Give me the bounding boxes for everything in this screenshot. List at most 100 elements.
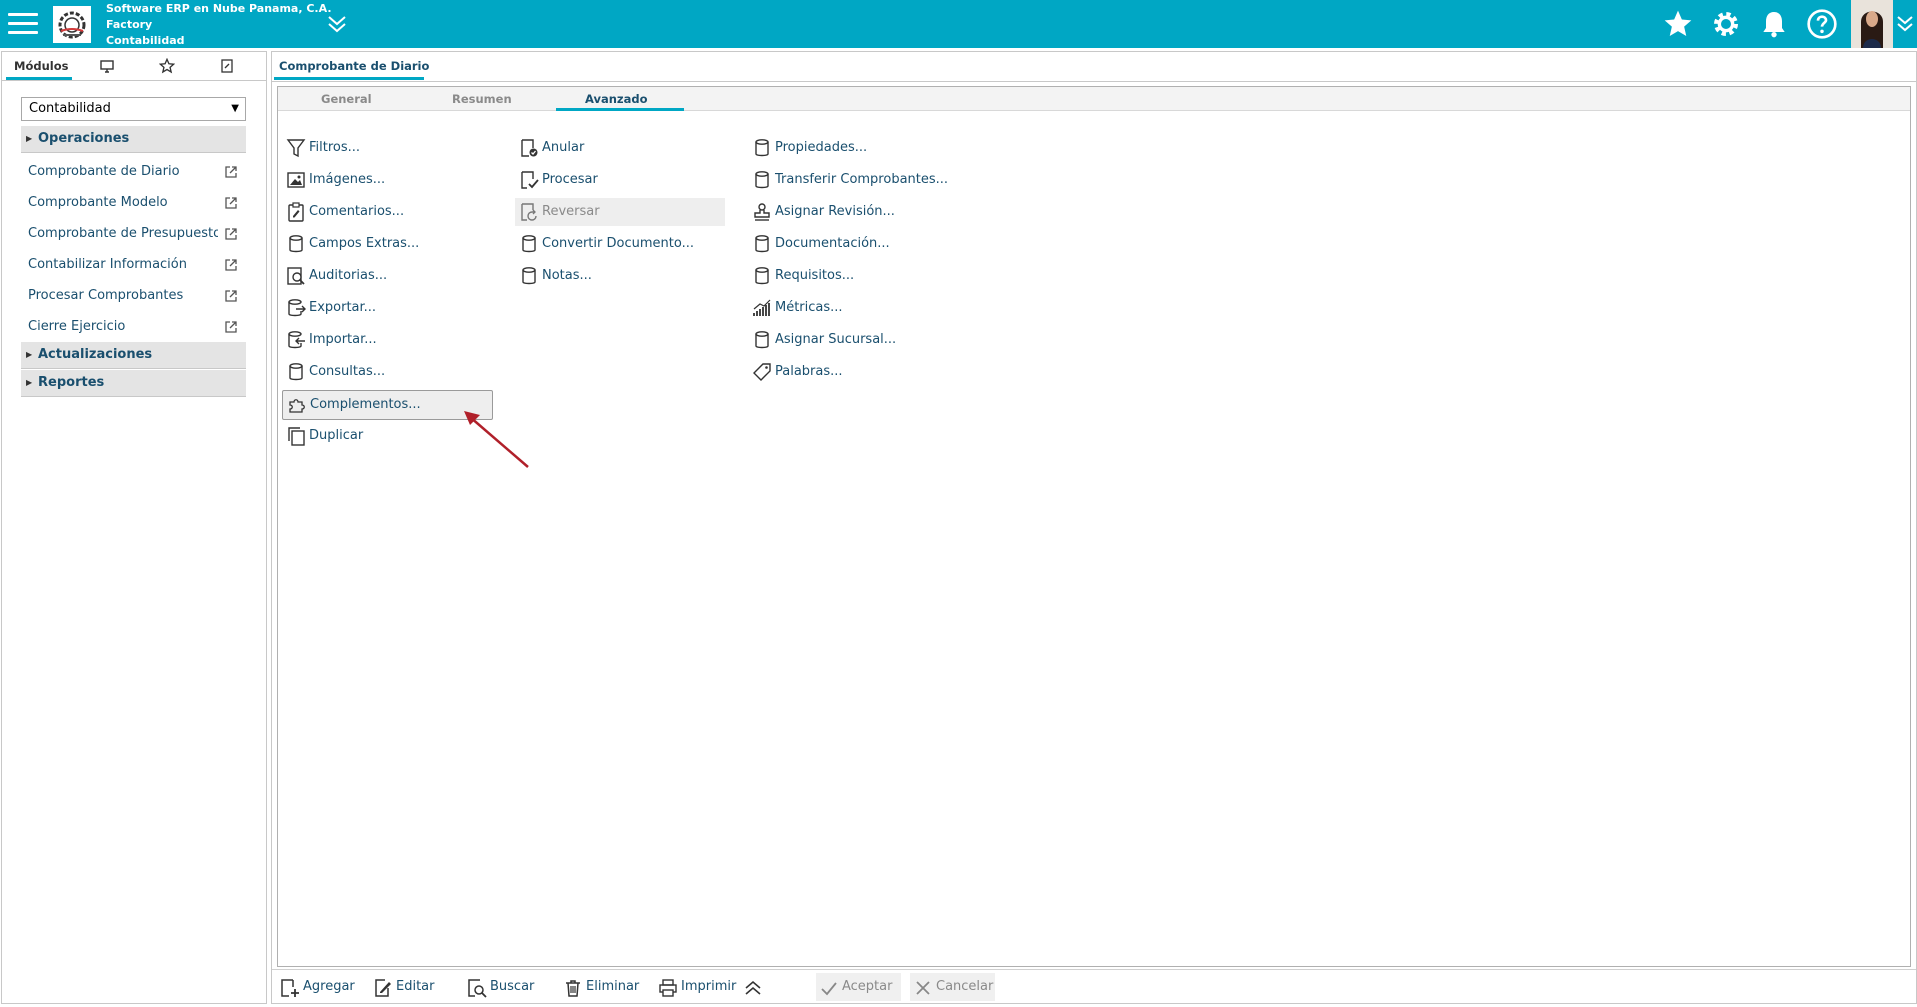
company-logo xyxy=(53,6,91,43)
tab-avanzado[interactable]: Avanzado xyxy=(585,92,648,106)
section-actualizaciones[interactable]: ▶ Actualizaciones xyxy=(21,342,246,369)
asignar-revision-action[interactable]: Asignar Revisión... xyxy=(748,198,988,226)
add-doc-icon xyxy=(281,979,299,997)
database-icon xyxy=(289,363,303,381)
action-label: Asignar Revisión... xyxy=(775,204,895,219)
active-tab-indicator xyxy=(6,77,72,80)
nav-item-contabilizar-informacion[interactable]: Contabilizar Información xyxy=(21,250,246,280)
database-icon xyxy=(755,331,769,349)
avatar[interactable] xyxy=(1851,0,1893,48)
external-link-icon[interactable] xyxy=(224,165,238,179)
nav-item-label: Comprobante de Diario xyxy=(28,164,180,179)
action-label: Documentación... xyxy=(775,236,890,251)
menu-icon[interactable] xyxy=(8,11,38,37)
database-icon xyxy=(755,171,769,189)
campos-extras-action[interactable]: Campos Extras... xyxy=(282,230,492,258)
action-label: Requisitos... xyxy=(775,268,855,283)
accept-button[interactable]: Aceptar xyxy=(816,973,901,1001)
external-link-icon[interactable] xyxy=(224,227,238,241)
printer-icon xyxy=(659,979,677,997)
close-icon xyxy=(916,981,930,995)
print-button[interactable]: Imprimir xyxy=(655,973,737,1001)
nav-item-comprobante-presupuesto[interactable]: Comprobante de Presupuesto xyxy=(21,219,246,249)
database-icon xyxy=(755,267,769,285)
check-icon xyxy=(821,982,837,996)
annotation-arrow xyxy=(464,411,529,468)
button-label: Buscar xyxy=(490,979,535,994)
module-select[interactable]: Contabilidad ▼ xyxy=(21,97,246,121)
anular-action[interactable]: Anular xyxy=(515,134,725,162)
documentacion-action[interactable]: Documentación... xyxy=(748,230,988,258)
nav-item-comprobante-modelo[interactable]: Comprobante Modelo xyxy=(21,188,246,218)
nav-item-label: Contabilizar Información xyxy=(28,257,187,272)
propiedades-action[interactable]: Propiedades... xyxy=(748,134,988,162)
external-link-icon[interactable] xyxy=(224,320,238,334)
tab-comprobante-diario[interactable]: Comprobante de Diario xyxy=(279,59,429,73)
action-label: Complementos... xyxy=(310,397,421,412)
trash-icon xyxy=(566,980,580,997)
company-name: Software ERP en Nube Panama, C.A. xyxy=(106,2,332,15)
filtros-action[interactable]: Filtros... xyxy=(282,134,492,162)
external-link-icon[interactable] xyxy=(224,196,238,210)
chevron-down-icon[interactable] xyxy=(1895,14,1915,34)
external-link-icon[interactable] xyxy=(224,258,238,272)
modules-panel: Módulos Contabilidad ▼ ▶ Operaciones Com… xyxy=(1,51,267,1004)
transferir-comprobantes-action[interactable]: Transferir Comprobantes... xyxy=(748,166,988,194)
add-button[interactable]: Agregar xyxy=(277,973,362,1001)
action-label: Auditorias... xyxy=(309,268,388,283)
nav-item-procesar-comprobantes[interactable]: Procesar Comprobantes xyxy=(21,281,246,311)
section-operaciones[interactable]: ▶ Operaciones xyxy=(21,126,246,153)
external-link-icon[interactable] xyxy=(224,289,238,303)
reversar-action[interactable]: Reversar xyxy=(515,198,725,226)
caret-right-icon: ▶ xyxy=(26,350,33,359)
palabras-action[interactable]: Palabras... xyxy=(748,358,988,386)
reverse-doc-icon xyxy=(521,203,537,221)
requisitos-action[interactable]: Requisitos... xyxy=(748,262,988,290)
section-label: Actualizaciones xyxy=(38,347,153,362)
metricas-action[interactable]: Métricas... xyxy=(748,294,988,322)
database-icon xyxy=(522,267,536,285)
notas-action[interactable]: Notas... xyxy=(515,262,725,290)
cancel-button[interactable]: Cancelar xyxy=(910,973,995,1001)
monitor-icon[interactable] xyxy=(99,58,115,74)
button-label: Cancelar xyxy=(936,979,994,994)
auditorias-action[interactable]: Auditorias... xyxy=(282,262,492,290)
nav-item-comprobante-diario[interactable]: Comprobante de Diario xyxy=(21,157,246,187)
consultas-action[interactable]: Consultas... xyxy=(282,358,492,386)
bell-icon[interactable] xyxy=(1758,8,1790,40)
star-outline-icon[interactable] xyxy=(158,57,176,74)
edit-button[interactable]: Editar xyxy=(370,973,440,1001)
tab-modules[interactable]: Módulos xyxy=(14,59,68,73)
inner-tabs: General Resumen Avanzado xyxy=(278,87,1910,111)
asignar-sucursal-action[interactable]: Asignar Sucursal... xyxy=(748,326,988,354)
gear-icon[interactable] xyxy=(1710,8,1742,40)
action-label: Filtros... xyxy=(309,140,361,155)
tab-resumen[interactable]: Resumen xyxy=(452,92,512,106)
delete-button[interactable]: Eliminar xyxy=(560,973,640,1001)
double-chevron-down-icon[interactable] xyxy=(326,14,348,34)
clipboard-icon xyxy=(288,202,304,222)
nav-item-cierre-ejercicio[interactable]: Cierre Ejercicio xyxy=(21,312,246,342)
action-label: Consultas... xyxy=(309,364,386,379)
imagenes-action[interactable]: Imágenes... xyxy=(282,166,492,194)
tab-general[interactable]: General xyxy=(321,92,372,106)
modules-tabs: Módulos xyxy=(2,52,266,81)
convertir-documento-action[interactable]: Convertir Documento... xyxy=(515,230,725,258)
exportar-action[interactable]: Exportar... xyxy=(282,294,492,322)
database-icon xyxy=(755,139,769,157)
importar-action[interactable]: Importar... xyxy=(282,326,492,354)
help-icon[interactable] xyxy=(1806,8,1838,40)
chart-icon xyxy=(753,299,771,316)
section-label: Reportes xyxy=(38,375,105,390)
star-icon[interactable] xyxy=(1662,8,1694,40)
note-icon[interactable] xyxy=(219,58,235,74)
edit-icon xyxy=(375,979,391,997)
search-button[interactable]: Buscar xyxy=(464,973,536,1001)
collapse-toolbar-button[interactable] xyxy=(740,973,766,1001)
action-label: Convertir Documento... xyxy=(542,236,694,251)
section-reportes[interactable]: ▶ Reportes xyxy=(21,370,246,397)
database-icon xyxy=(522,235,536,253)
comentarios-action[interactable]: Comentarios... xyxy=(282,198,492,226)
procesar-action[interactable]: Procesar xyxy=(515,166,725,194)
tag-icon xyxy=(753,363,771,381)
